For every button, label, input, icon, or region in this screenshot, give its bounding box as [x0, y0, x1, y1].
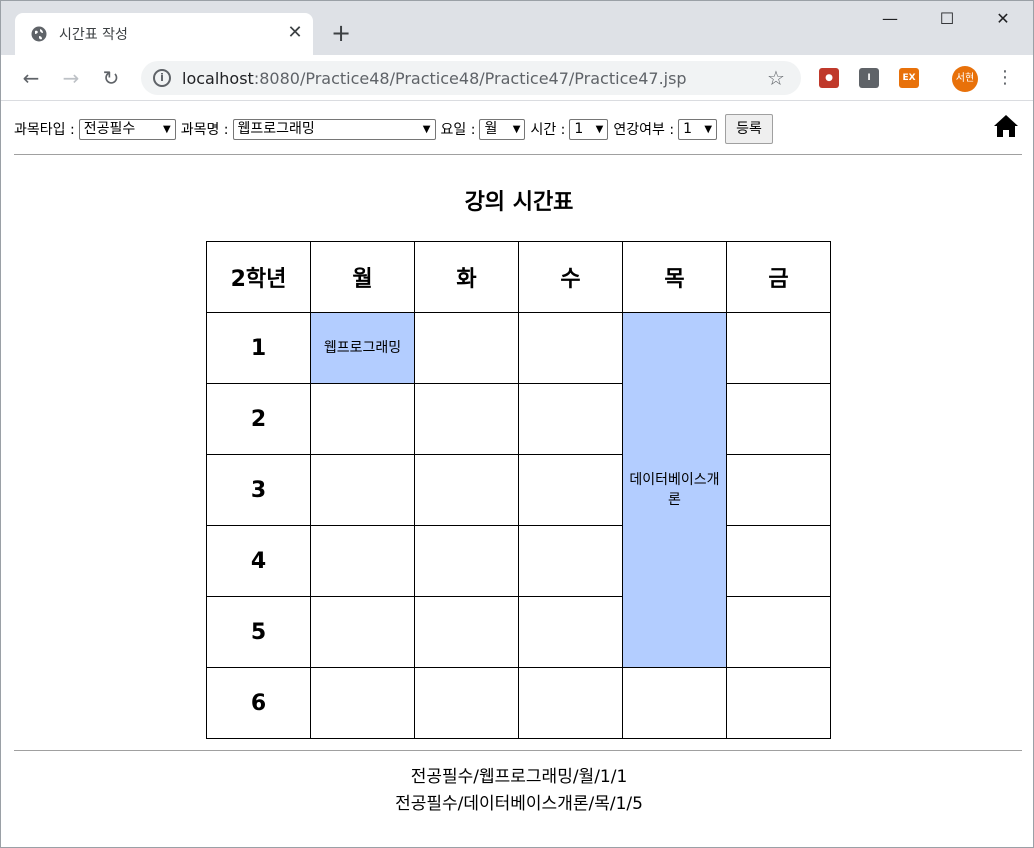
- empty-cell: [622, 667, 727, 739]
- empty-cell: [310, 667, 415, 739]
- dropdown-arrow-icon: ▼: [704, 123, 713, 135]
- time-label: 시간 :: [530, 122, 566, 138]
- dropdown-arrow-icon: ▼: [595, 123, 604, 135]
- empty-cell: [518, 383, 623, 455]
- empty-cell: [414, 667, 519, 739]
- profile-avatar[interactable]: 서현: [952, 66, 978, 92]
- day-select[interactable]: 월 ▼: [479, 118, 526, 140]
- day-label: 요일 :: [440, 122, 476, 138]
- type-label: 과목타입 :: [14, 122, 75, 138]
- browser-toolbar: ← → ↻ i localhost:8080/Practice48/Practi…: [1, 55, 1033, 101]
- tab-strip: 시간표 작성 ✕ + — ☐ ✕: [1, 1, 1033, 55]
- page-content: 과목타입 : 전공필수 ▼ 과목명 : 웹프로그래밍 ▼ 요일 : 월 ▼ 시간 : …: [2, 102, 1034, 848]
- day-header: 수: [518, 241, 623, 313]
- extension-i-icon[interactable]: I: [859, 68, 879, 88]
- forward-icon[interactable]: →: [59, 66, 83, 90]
- url-text: localhost:8080/Practice48/Practice48/Pra…: [182, 69, 687, 88]
- new-tab-icon[interactable]: +: [329, 21, 353, 45]
- period-header: 4: [206, 525, 311, 597]
- bookmark-star-icon[interactable]: ☆: [767, 66, 785, 90]
- dropdown-arrow-icon: ▼: [422, 123, 431, 135]
- empty-cell: [726, 383, 831, 455]
- table-row: 4: [206, 525, 831, 597]
- course-form: 과목타입 : 전공필수 ▼ 과목명 : 웹프로그래밍 ▼ 요일 : 월 ▼ 시간 : …: [14, 114, 773, 144]
- empty-cell: [518, 525, 623, 597]
- empty-cell: [414, 525, 519, 597]
- bottom-divider: [14, 750, 1022, 751]
- empty-cell: [726, 525, 831, 597]
- globe-icon: [31, 26, 47, 42]
- empty-cell: [726, 667, 831, 739]
- name-select[interactable]: 웹프로그래밍 ▼: [232, 118, 436, 140]
- browser-window: 시간표 작성 ✕ + — ☐ ✕ ← → ↻ i localhost:8080/…: [0, 0, 1034, 848]
- empty-cell: [518, 312, 623, 384]
- course-summary: 전공필수/웹프로그래밍/월/1/1 전공필수/데이터베이스개론/목/1/5: [2, 764, 1034, 818]
- day-header: 화: [414, 241, 519, 313]
- empty-cell: [518, 454, 623, 526]
- active-tab[interactable]: 시간표 작성 ✕: [15, 13, 313, 55]
- register-button[interactable]: 등록: [725, 114, 773, 144]
- course-cell: 웹프로그래밍: [310, 312, 415, 384]
- day-header: 금: [726, 241, 831, 313]
- empty-cell: [414, 454, 519, 526]
- period-header: 5: [206, 596, 311, 668]
- empty-cell: [726, 312, 831, 384]
- table-row: 2: [206, 383, 831, 455]
- grade-header: 2학년: [206, 241, 311, 313]
- type-select[interactable]: 전공필수 ▼: [78, 118, 176, 140]
- summary-line: 전공필수/데이터베이스개론/목/1/5: [395, 794, 643, 814]
- table-row: 6: [206, 667, 831, 739]
- close-tab-icon[interactable]: ✕: [285, 23, 305, 43]
- ex-extension-icon[interactable]: EX: [899, 68, 919, 88]
- day-header: 월: [310, 241, 415, 313]
- period-header: 1: [206, 312, 311, 384]
- table-row: 1 웹프로그래밍 데이터베이스개론: [206, 312, 831, 668]
- maximize-icon[interactable]: ☐: [935, 9, 959, 33]
- dropdown-arrow-icon: ▼: [512, 123, 521, 135]
- empty-cell: [726, 596, 831, 668]
- empty-cell: [518, 667, 623, 739]
- menu-icon[interactable]: ⋮: [996, 67, 1014, 88]
- empty-cell: [414, 383, 519, 455]
- timetable: 2학년 월 화 수 목 금 1 웹프로그래밍 데이터베이스개론 2 3 4 5 …: [206, 241, 831, 739]
- info-icon[interactable]: i: [153, 69, 171, 87]
- consecutive-select[interactable]: 1 ▼: [678, 118, 718, 140]
- table-row: 3: [206, 454, 831, 526]
- course-cell: 데이터베이스개론: [622, 312, 727, 668]
- back-icon[interactable]: ←: [19, 66, 43, 90]
- top-divider: [14, 154, 1022, 155]
- period-header: 2: [206, 383, 311, 455]
- empty-cell: [310, 454, 415, 526]
- minimize-icon[interactable]: —: [878, 9, 902, 33]
- period-header: 3: [206, 454, 311, 526]
- empty-cell: [726, 454, 831, 526]
- empty-cell: [414, 596, 519, 668]
- empty-cell: [518, 596, 623, 668]
- table-row: 5: [206, 596, 831, 668]
- dropdown-arrow-icon: ▼: [162, 123, 171, 135]
- consecutive-label: 연강여부 :: [613, 122, 675, 138]
- day-header: 목: [622, 241, 727, 313]
- reload-icon[interactable]: ↻: [99, 66, 123, 90]
- tab-title: 시간표 작성: [59, 27, 128, 43]
- address-bar[interactable]: i localhost:8080/Practice48/Practice48/P…: [141, 61, 801, 95]
- home-icon[interactable]: [992, 112, 1020, 140]
- timetable-title: 강의 시간표: [464, 190, 574, 215]
- summary-line: 전공필수/웹프로그래밍/월/1/1: [410, 767, 628, 787]
- cookie-extension-icon[interactable]: ●: [819, 68, 839, 88]
- close-window-icon[interactable]: ✕: [991, 9, 1015, 33]
- empty-cell: [310, 596, 415, 668]
- name-label: 과목명 :: [180, 122, 229, 138]
- table-header-row: 2학년 월 화 수 목 금: [206, 241, 831, 313]
- time-select[interactable]: 1 ▼: [569, 118, 609, 140]
- empty-cell: [310, 383, 415, 455]
- empty-cell: [414, 312, 519, 384]
- period-header: 6: [206, 667, 311, 739]
- empty-cell: [310, 525, 415, 597]
